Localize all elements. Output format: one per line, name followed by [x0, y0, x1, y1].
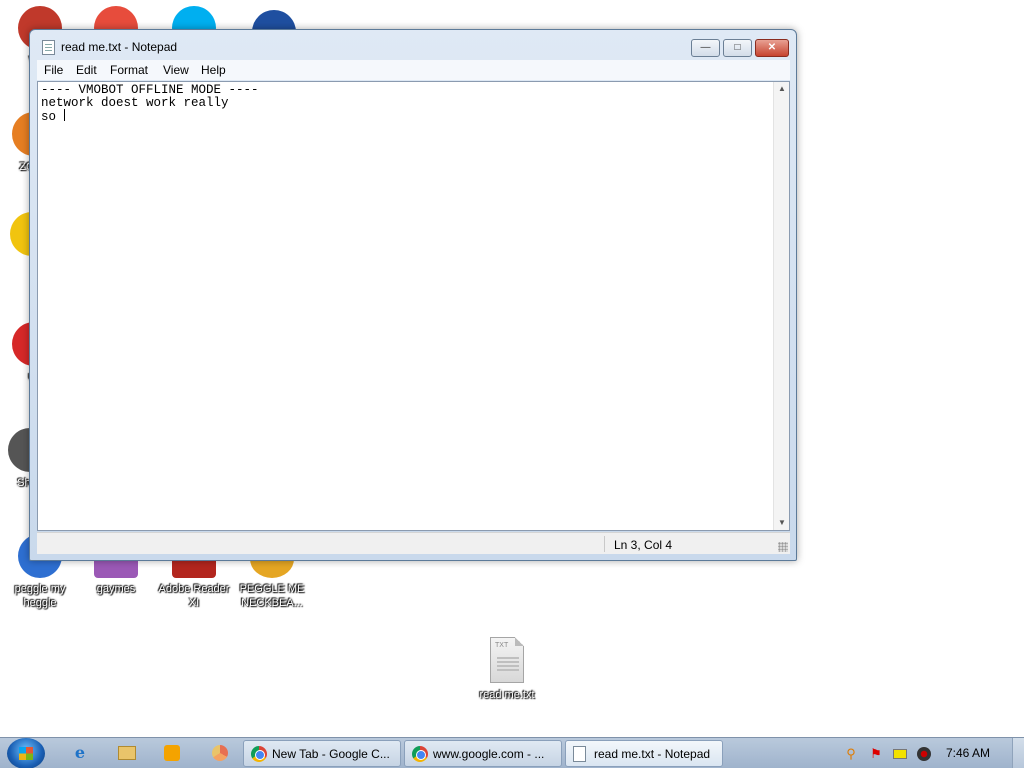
- power-icon[interactable]: [892, 746, 908, 762]
- desktop-icon-label: PEGGLE ME NECKBEA...: [239, 583, 305, 609]
- notepad-icon: [573, 746, 586, 762]
- desktop-icon-label: gaymes: [96, 583, 136, 595]
- resize-grip-icon[interactable]: [778, 542, 788, 552]
- status-divider: [604, 536, 605, 552]
- scroll-down-icon[interactable]: ▼: [774, 516, 790, 530]
- task-chrome-new-tab[interactable]: New Tab - Google C...: [243, 740, 401, 767]
- menu-view[interactable]: View: [163, 63, 189, 77]
- text-lines-icon: [497, 657, 519, 671]
- clock[interactable]: 7:46 AM: [946, 746, 990, 760]
- close-button[interactable]: ✕: [755, 39, 789, 57]
- flag-icon[interactable]: ⚑: [868, 746, 884, 762]
- folder-icon: [118, 746, 136, 760]
- menu-file[interactable]: File: [44, 63, 63, 77]
- battery-icon: [893, 749, 907, 759]
- desktop-icon-label: peggle my heggle: [14, 583, 66, 609]
- text-line: network doest work really: [41, 95, 229, 110]
- status-bar: Ln 3, Col 4: [37, 532, 790, 554]
- task-label: www.google.com - ...: [433, 747, 545, 761]
- page-fold: [515, 637, 524, 646]
- window-title: read me.txt - Notepad: [61, 40, 178, 54]
- menu-bar: File Edit Format View Help: [37, 60, 790, 80]
- title-bar[interactable]: read me.txt - Notepad — □ ✕: [30, 30, 796, 60]
- cursor-position: Ln 3, Col 4: [614, 538, 673, 552]
- speaker-icon: [917, 747, 931, 761]
- search-tray-icon[interactable]: ⚲: [843, 746, 859, 762]
- menu-help[interactable]: Help: [201, 63, 226, 77]
- start-button[interactable]: [7, 738, 45, 768]
- file-extension: TXT: [495, 642, 509, 649]
- ie-icon[interactable]: e: [69, 742, 91, 764]
- media-player-icon[interactable]: [161, 742, 183, 764]
- minimize-button[interactable]: —: [691, 39, 720, 57]
- chrome-icon: [412, 746, 428, 762]
- notepad-window: read me.txt - Notepad — □ ✕ File Edit Fo…: [29, 29, 797, 561]
- vertical-scrollbar[interactable]: ▲ ▼: [773, 82, 789, 530]
- play-icon: [164, 745, 180, 761]
- text-file-icon[interactable]: TXT: [490, 637, 524, 683]
- text-cursor: [63, 109, 65, 121]
- text-editor[interactable]: ---- VMOBOT OFFLINE MODE ---- network do…: [37, 81, 790, 531]
- taskbar: e New Tab - Google C... www.google.com -…: [0, 737, 1024, 768]
- desktop-icon-label: Adobe Reader XI: [158, 583, 230, 609]
- chrome-canary-icon[interactable]: [209, 742, 231, 764]
- menu-format[interactable]: Format: [110, 63, 148, 77]
- chrome-icon: [251, 746, 267, 762]
- menu-edit[interactable]: Edit: [76, 63, 97, 77]
- document-text[interactable]: ---- VMOBOT OFFLINE MODE ---- network do…: [41, 84, 259, 124]
- explorer-icon[interactable]: [116, 742, 138, 764]
- task-notepad[interactable]: read me.txt - Notepad: [565, 740, 723, 767]
- text-line: so: [41, 110, 64, 124]
- task-label: New Tab - Google C...: [272, 747, 390, 761]
- volume-icon[interactable]: [916, 746, 932, 762]
- canary-icon: [212, 745, 228, 761]
- notepad-icon[interactable]: [42, 40, 55, 55]
- task-chrome-google[interactable]: www.google.com - ...: [404, 740, 562, 767]
- scroll-up-icon[interactable]: ▲: [774, 82, 790, 96]
- show-desktop-button[interactable]: [1012, 738, 1024, 768]
- desktop-file-label[interactable]: read me.txt: [470, 689, 544, 701]
- task-label: read me.txt - Notepad: [594, 747, 711, 761]
- maximize-button[interactable]: □: [723, 39, 752, 57]
